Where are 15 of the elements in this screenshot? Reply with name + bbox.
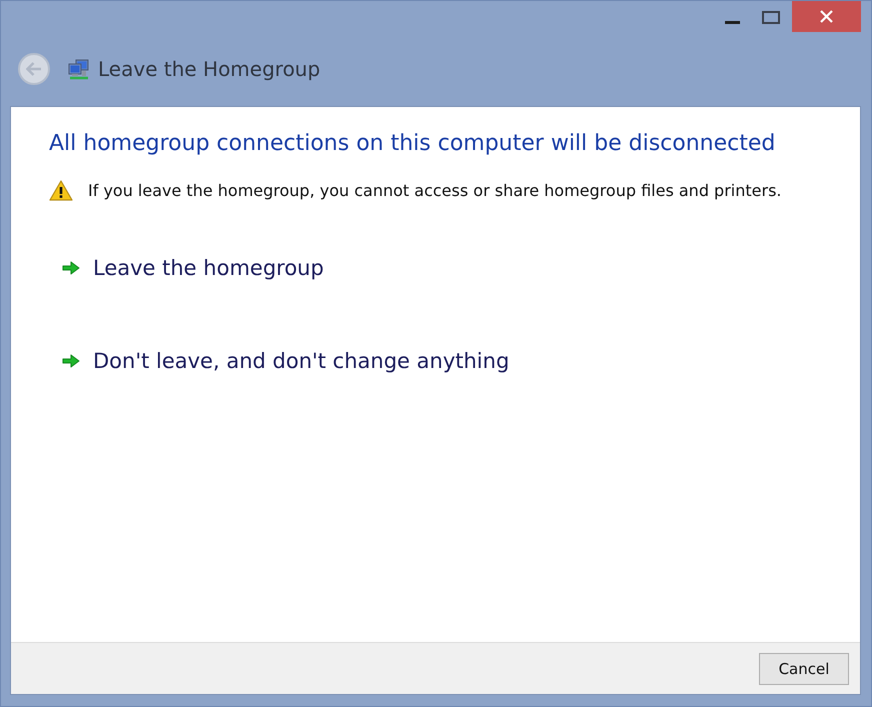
command-link[interactable]: Leave the homegroup bbox=[49, 248, 336, 288]
networked-computers-icon bbox=[68, 58, 90, 80]
close-button[interactable] bbox=[792, 1, 861, 32]
right-arrow-icon bbox=[62, 261, 80, 275]
left-arrow-icon bbox=[26, 62, 42, 76]
cancel-button[interactable]: Cancel bbox=[759, 652, 849, 684]
instruction-heading: All homegroup connections on this computer will be disconnected bbox=[49, 130, 776, 158]
warning-text: If you leave the homegroup, you cannot access or share homegroup files and printers. bbox=[88, 180, 782, 200]
close-icon bbox=[820, 10, 833, 23]
page-title: Leave the Homegroup bbox=[98, 57, 320, 81]
maximize-icon bbox=[762, 11, 780, 24]
minimize-icon bbox=[724, 21, 740, 24]
right-arrow-icon bbox=[62, 354, 80, 368]
command-link[interactable]: Don't leave, and don't change anything bbox=[49, 341, 522, 381]
warning-icon bbox=[49, 180, 73, 200]
